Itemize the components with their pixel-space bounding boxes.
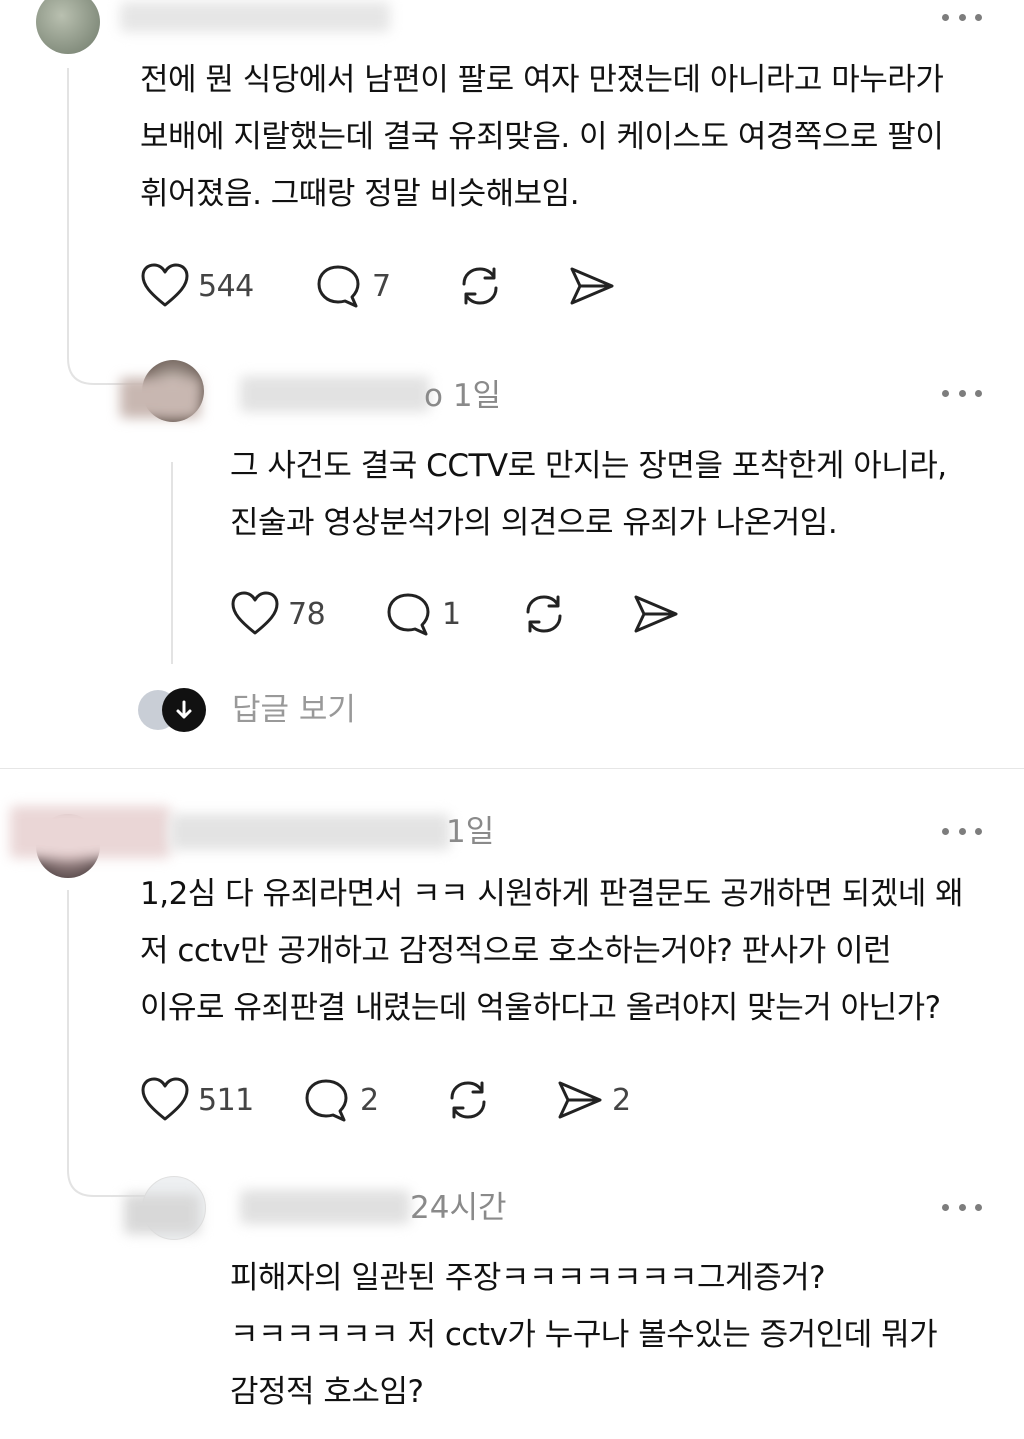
- arrow-down-icon: [162, 688, 206, 732]
- share-count: 2: [612, 1082, 631, 1118]
- heart-icon: [141, 263, 189, 307]
- view-replies-label: 답글 보기: [232, 692, 356, 728]
- comment-text-line: 전에 뭔 식당에서 남편이 팔로 여자 만졌는데 아니라고 마누라가: [140, 62, 944, 98]
- reply-count: 7: [372, 268, 391, 304]
- send-icon: [558, 1081, 602, 1119]
- like-count: 544: [198, 268, 254, 304]
- thread-connector: [67, 890, 146, 1197]
- comment-text-line: 보배에 지랄했는데 결국 유죄맞음. 이 케이스도 여경쪽으로 팔이: [140, 119, 944, 155]
- view-replies-button[interactable]: 답글 보기: [136, 684, 376, 738]
- comment-text-line: 진술과 영상분석가의 의견으로 유죄가 나온거임.: [230, 505, 838, 541]
- like-count: 511: [198, 1082, 254, 1118]
- comment-text-line: 피해자의 일관된 주장ㅋㅋㅋㅋㅋㅋㅋ그게증거?: [230, 1260, 826, 1296]
- username-redacted: [124, 1194, 200, 1234]
- username-redacted: [120, 378, 200, 418]
- username-redacted: [170, 814, 450, 850]
- share-button[interactable]: 2: [556, 1076, 631, 1124]
- more-options-button[interactable]: [942, 10, 982, 24]
- comment-text-line: 그 사건도 결국 CCTV로 만지는 장면을 포착한게 아니라,: [230, 448, 947, 484]
- like-count: 78: [288, 596, 326, 632]
- send-icon: [570, 267, 614, 305]
- comment-text-line: 휘어졌음. 그때랑 정말 비슷해보임.: [140, 176, 580, 212]
- reply-button[interactable]: 7: [316, 262, 391, 310]
- timestamp: o 1일: [424, 378, 502, 414]
- share-button[interactable]: [568, 262, 616, 310]
- repost-icon: [462, 267, 498, 305]
- repost-button[interactable]: [444, 1076, 492, 1124]
- repost-button[interactable]: [456, 262, 504, 310]
- reply-count: 1: [442, 596, 461, 632]
- like-button[interactable]: 511: [140, 1076, 254, 1124]
- username-redacted: [120, 2, 390, 32]
- reply-count: 2: [360, 1082, 379, 1118]
- thread-connector: [67, 68, 146, 385]
- more-options-button[interactable]: [942, 824, 982, 838]
- comment-text-line: 1,2심 다 유죄라면서 ㅋㅋ 시원하게 판결문도 공개하면 되겠네 왜: [140, 876, 964, 912]
- comment-text-line: ㅋㅋㅋㅋㅋㅋ 저 cctv가 누구나 볼수있는 증거인데 뭐가: [230, 1317, 938, 1353]
- repost-icon: [450, 1081, 486, 1119]
- send-icon: [634, 595, 678, 633]
- repost-button[interactable]: [520, 590, 568, 638]
- reply-button[interactable]: 2: [304, 1076, 379, 1124]
- comment-text-line: 저 cctv만 공개하고 감정적으로 호소하는거야? 판사가 이런: [140, 933, 892, 969]
- more-options-button[interactable]: [942, 1200, 982, 1214]
- comment-bubble-icon: [305, 1079, 348, 1122]
- share-button[interactable]: [632, 590, 680, 638]
- reply-button[interactable]: 1: [386, 590, 461, 638]
- divider: [0, 768, 1024, 769]
- username-redacted: [240, 376, 430, 412]
- username-redacted: [240, 1190, 410, 1224]
- heart-icon: [141, 1077, 189, 1121]
- heart-icon: [231, 591, 279, 635]
- comment-text-line: 감정적 호소임?: [230, 1374, 424, 1410]
- timestamp: 1일: [446, 814, 495, 850]
- like-button[interactable]: 544: [140, 262, 254, 310]
- comment-text-line: 이유로 유죄판결 내렸는데 억울하다고 올려야지 맞는거 아닌가?: [140, 990, 941, 1026]
- comment-bubble-icon: [317, 265, 360, 308]
- username-redacted: [10, 806, 170, 858]
- thread-line: [171, 462, 173, 664]
- more-options-button[interactable]: [942, 386, 982, 400]
- like-button[interactable]: 78: [230, 590, 326, 638]
- avatar[interactable]: [36, 0, 100, 54]
- comment-bubble-icon: [387, 593, 430, 636]
- repost-icon: [526, 595, 562, 633]
- timestamp: 24시간: [410, 1190, 507, 1226]
